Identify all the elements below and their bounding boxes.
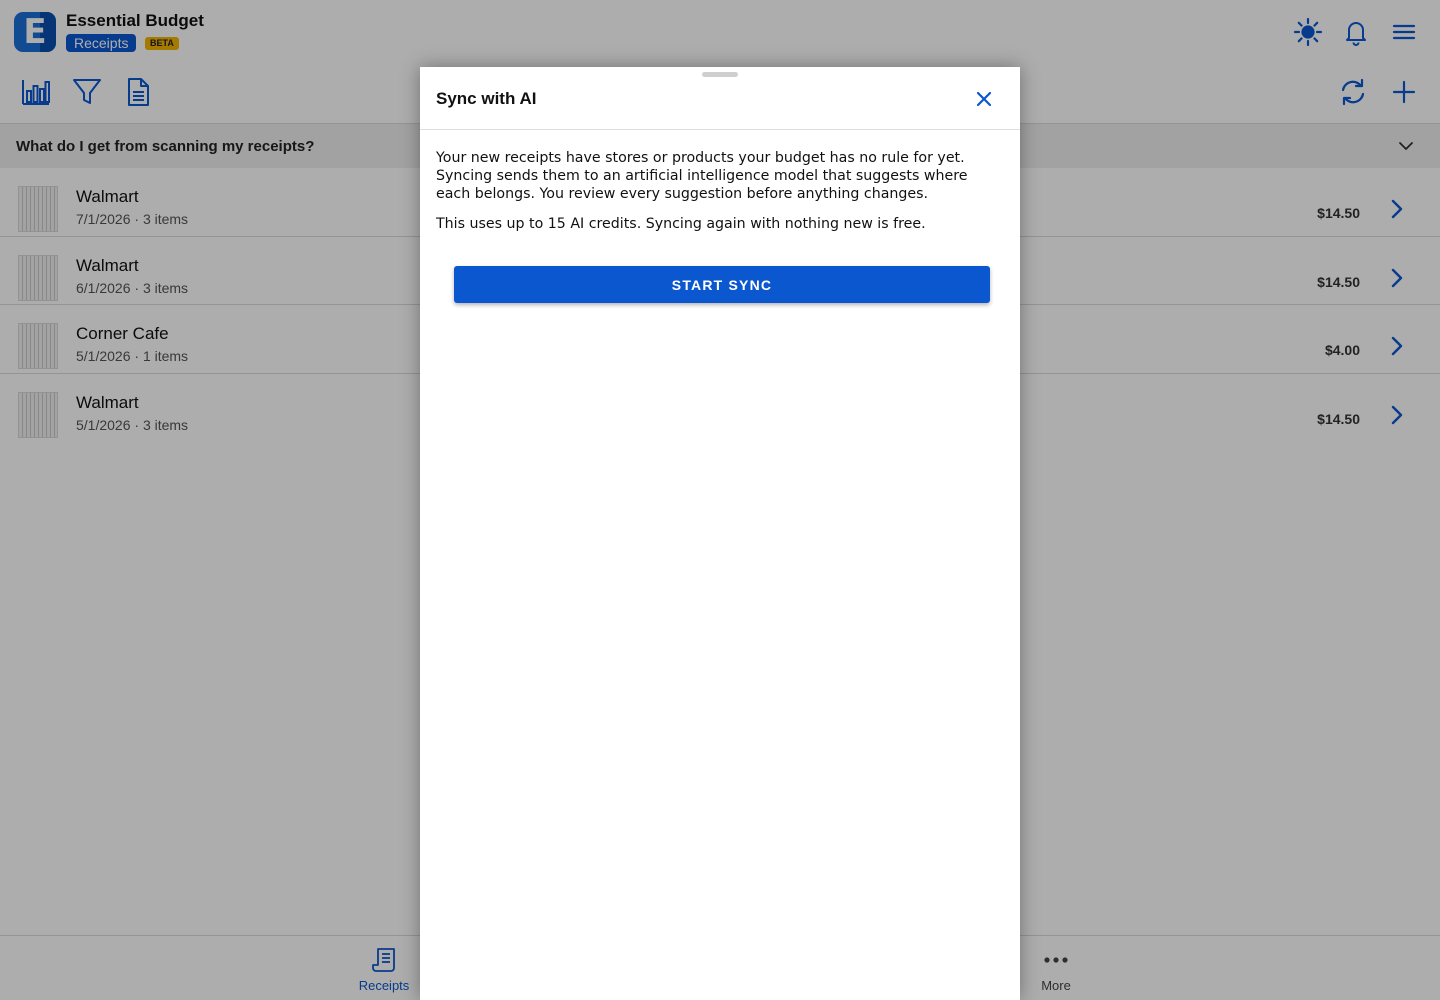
sync-with-ai-sheet: Sync with AI Your new receipts have stor… — [420, 67, 1020, 1000]
sync-description: Your new receipts have stores or product… — [436, 150, 968, 202]
close-icon[interactable] — [972, 87, 996, 111]
sheet-title: Sync with AI — [436, 89, 537, 108]
start-sync-button[interactable]: START SYNC — [454, 266, 990, 303]
sheet-body: Your new receipts have stores or product… — [436, 149, 1004, 233]
credits-note: This uses up to 15 AI credits. Syncing a… — [436, 216, 926, 232]
drag-handle[interactable] — [702, 72, 738, 77]
sheet-header: Sync with AI — [420, 67, 1020, 130]
